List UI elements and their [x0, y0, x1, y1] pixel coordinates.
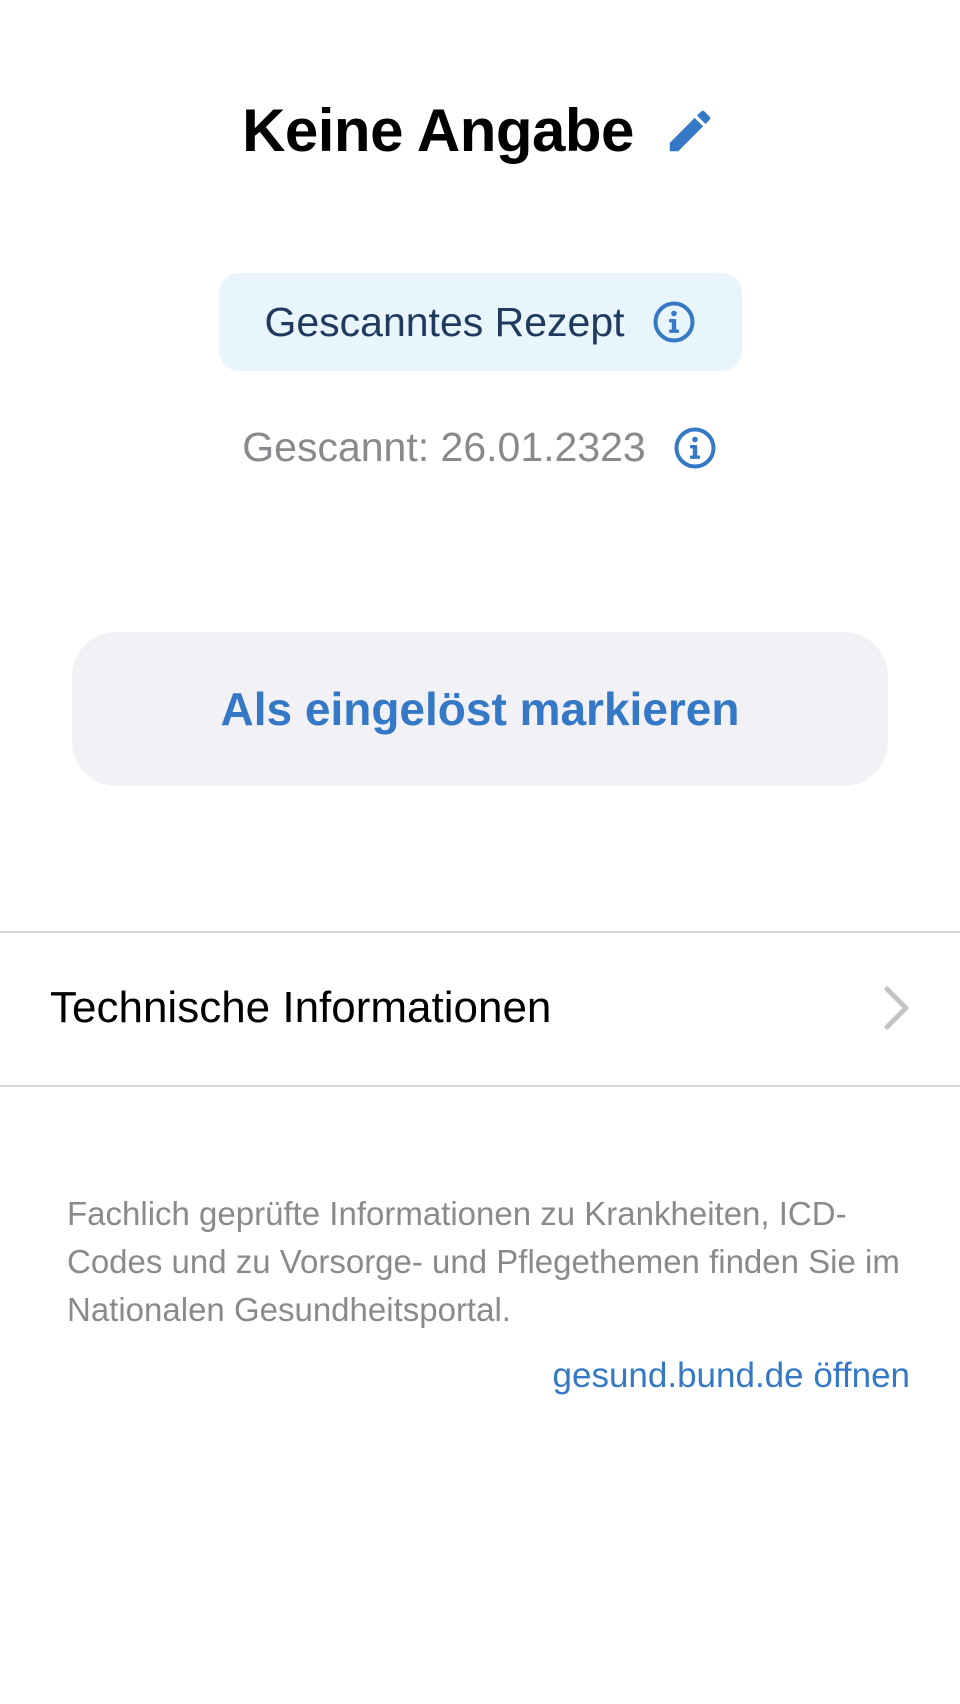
info-icon[interactable]: [651, 299, 697, 345]
technical-info-row[interactable]: Technische Informationen: [0, 932, 960, 1084]
health-portal-info-text: Fachlich geprüfte Informationen zu Krank…: [67, 1195, 900, 1328]
prescription-type-badge: Gescanntes Rezept: [219, 273, 742, 371]
scanned-date: Gescannt: 26.01.2323: [242, 424, 646, 470]
divider: [0, 1085, 960, 1087]
mark-as-redeemed-label: Als eingelöst markieren: [220, 683, 740, 735]
page-title: Keine Angabe: [242, 97, 634, 164]
technical-info-label: Technische Informationen: [50, 983, 552, 1032]
badge-label: Gescanntes Rezept: [264, 298, 625, 345]
open-health-portal-link[interactable]: gesund.bund.de öffnen: [553, 1356, 910, 1396]
header: Keine Angabe: [0, 96, 960, 165]
mark-as-redeemed-button[interactable]: Als eingelöst markieren: [72, 632, 888, 786]
chevron-right-icon: [882, 985, 912, 1031]
scanned-date-row: Gescannt: 26.01.2323: [0, 424, 960, 471]
info-icon[interactable]: [672, 425, 718, 471]
pencil-icon[interactable]: [662, 103, 718, 159]
